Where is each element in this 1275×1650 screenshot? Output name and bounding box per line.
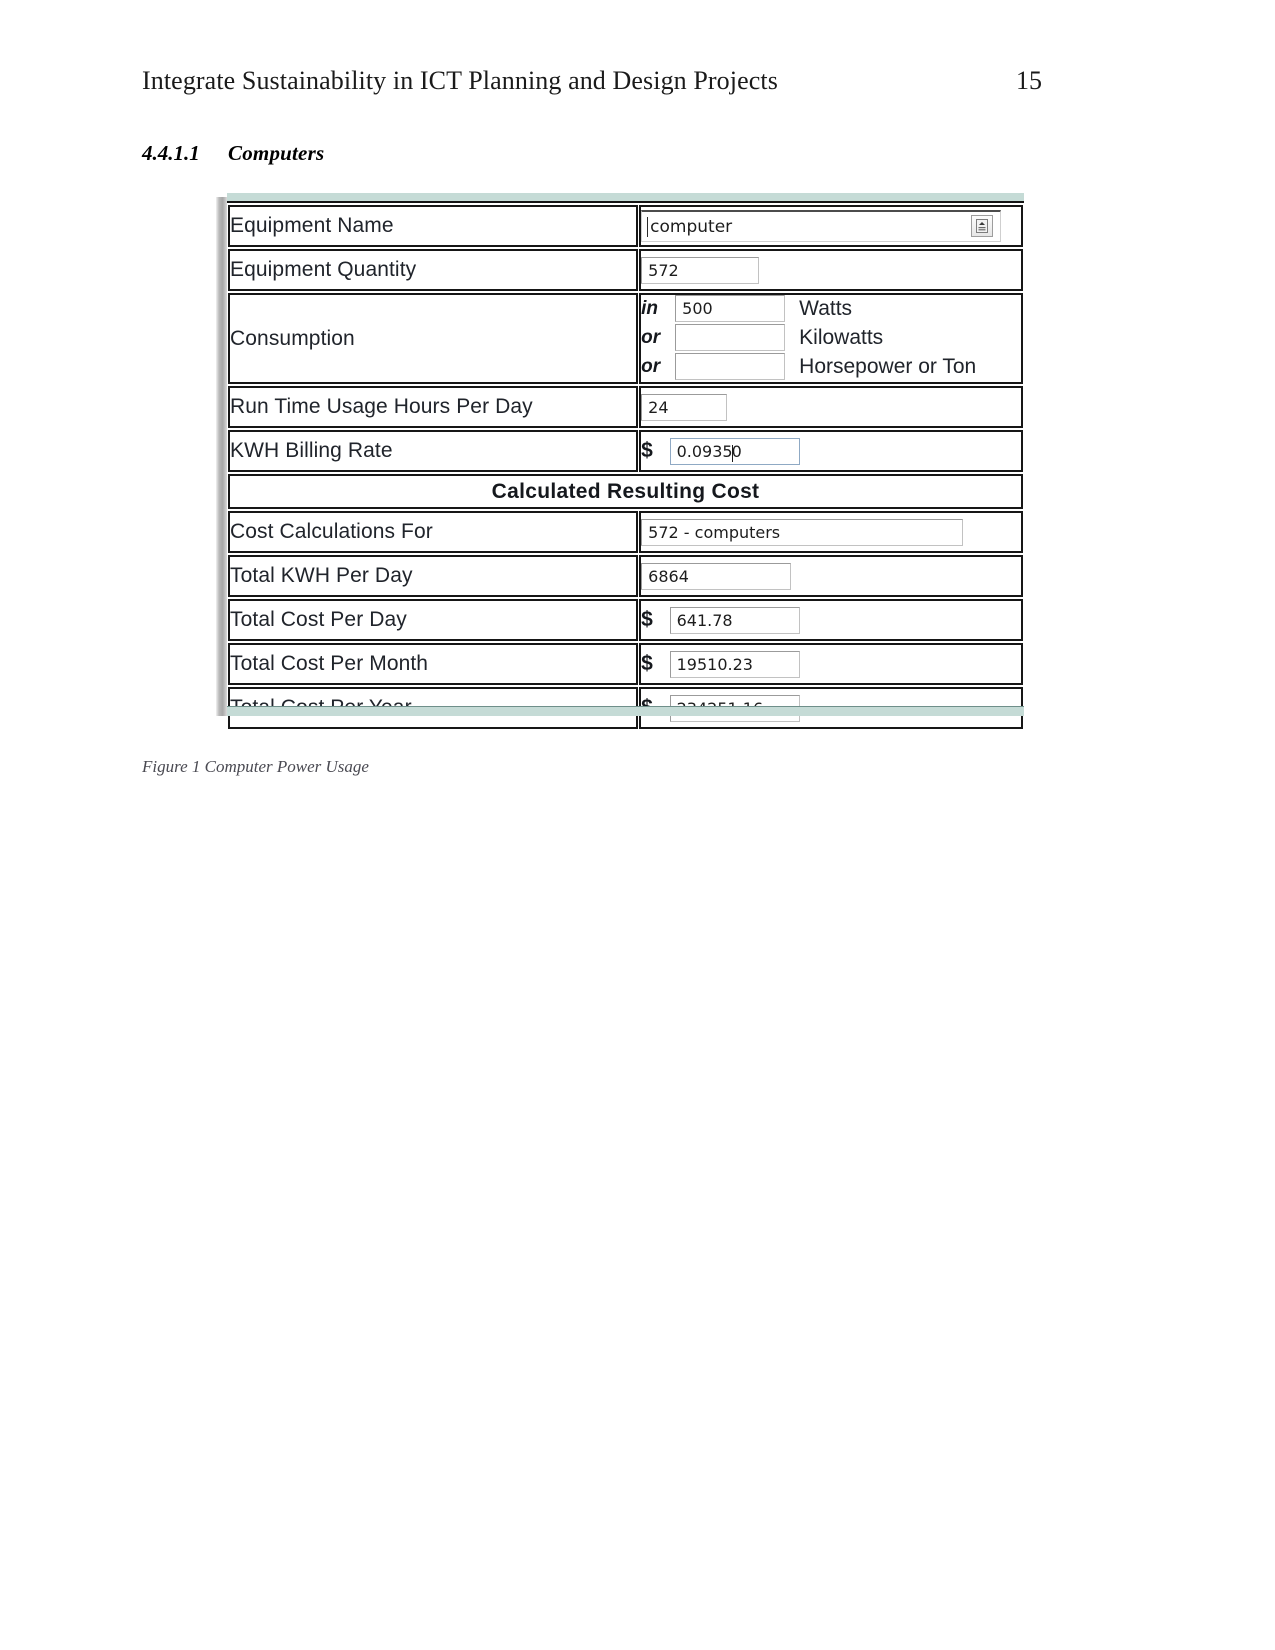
table-row: KWH Billing Rate $ 0.09350 (228, 430, 1023, 472)
consumption-unit-row-horsepower: or Horsepower or Ton (641, 353, 1021, 380)
row-value-total-cost-per-month: $ 19510.23 (639, 643, 1023, 685)
unit-label-watts: Watts (799, 296, 853, 320)
text-caret (731, 444, 733, 462)
consumption-kilowatts-input[interactable] (675, 324, 786, 351)
row-label-total-cost-per-day: Total Cost Per Day (228, 599, 639, 641)
table-row: Total Cost Per Month $ 19510.23 (228, 643, 1023, 685)
total-cost-per-day-output: 641.78 (669, 606, 800, 634)
power-usage-form: Equipment Name computer Equipment Quanti… (227, 193, 1024, 729)
consumption-watts-input[interactable]: 500 (675, 295, 786, 322)
picker-glyph-icon (976, 219, 989, 233)
unit-label-horsepower-or-ton: Horsepower or Ton (799, 354, 977, 378)
table-row: Run Time Usage Hours Per Day 24 (228, 386, 1023, 428)
consumption-horsepower-input[interactable] (675, 353, 786, 380)
equipment-name-input[interactable]: computer (641, 210, 1002, 242)
row-value-equipment-quantity: 572 (639, 249, 1023, 291)
table-row: Equipment Name computer (228, 205, 1023, 247)
row-label-equipment-quantity: Equipment Quantity (228, 249, 639, 291)
cost-calculations-for-output: 572 - computers (641, 518, 964, 546)
table-row: Total Cost Per Day $ 641.78 (228, 599, 1023, 641)
running-head-title: Integrate Sustainability in ICT Planning… (142, 66, 778, 95)
equipment-name-value: computer (650, 217, 733, 237)
consumption-unit-row-kilowatts: or Kilowatts (641, 324, 1021, 351)
form-top-strip (227, 193, 1024, 203)
row-value-kwh-billing-rate: $ 0.09350 (639, 430, 1023, 472)
row-label-total-kwh-per-day: Total KWH Per Day (228, 555, 639, 597)
row-value-total-kwh-per-day: 6864 (639, 555, 1023, 597)
figure-caption: Figure 1 Computer Power Usage (142, 757, 369, 776)
picker-button-icon[interactable] (971, 215, 994, 237)
total-cost-per-month-output: 19510.23 (669, 650, 800, 678)
currency-symbol-billing-rate: $ (641, 439, 653, 462)
row-value-total-cost-per-day: $ 641.78 (639, 599, 1023, 641)
section-title: Computers (228, 141, 325, 165)
currency-symbol-cost-per-day: $ (641, 608, 653, 631)
table-row: Calculated Resulting Cost (228, 474, 1023, 509)
kwh-billing-rate-input[interactable]: 0.09350 (669, 437, 800, 465)
form-bottom-strip (227, 706, 1024, 716)
table-row: Cost Calculations For 572 - computers (228, 511, 1023, 553)
currency-symbol-cost-per-month: $ (641, 652, 653, 675)
figure-computer-power-usage: Equipment Name computer Equipment Quanti… (216, 193, 1024, 729)
unit-prefix-or-1: or (641, 326, 661, 348)
figure-left-gutter (216, 197, 227, 716)
unit-label-kilowatts: Kilowatts (799, 325, 884, 349)
power-usage-table: Equipment Name computer Equipment Quanti… (227, 203, 1024, 731)
table-row: Consumption in 500 Watts or Kilowatts or (228, 293, 1023, 384)
unit-prefix-or-2: or (641, 355, 661, 377)
total-kwh-per-day-output: 6864 (641, 562, 792, 590)
row-label-consumption: Consumption (228, 293, 639, 384)
section-number: 4.4.1.1 (142, 141, 200, 165)
table-row: Equipment Quantity 572 (228, 249, 1023, 291)
row-label-cost-calculations-for: Cost Calculations For (228, 511, 639, 553)
kwh-rate-value-before-caret: 0.0935 (676, 441, 733, 461)
row-value-cost-calculations-for: 572 - computers (639, 511, 1023, 553)
row-value-run-time-hours: 24 (639, 386, 1023, 428)
row-value-consumption: in 500 Watts or Kilowatts or Horsepower … (639, 293, 1023, 384)
page-header: Integrate Sustainability in ICT Planning… (142, 66, 1042, 96)
run-time-hours-input[interactable]: 24 (641, 393, 728, 421)
row-value-equipment-name: computer (639, 205, 1023, 247)
text-caret (647, 217, 649, 237)
kwh-rate-value-after-caret: 0 (731, 441, 742, 461)
unit-prefix-in: in (641, 297, 659, 319)
row-label-run-time-hours: Run Time Usage Hours Per Day (228, 386, 639, 428)
section-heading: 4.4.1.1 Computers (142, 141, 324, 166)
equipment-quantity-input[interactable]: 572 (641, 256, 760, 284)
table-row: Total KWH Per Day 6864 (228, 555, 1023, 597)
page-number: 15 (1016, 66, 1042, 95)
row-label-equipment-name: Equipment Name (228, 205, 639, 247)
consumption-unit-row-watts: in 500 Watts (641, 295, 1021, 322)
calculated-resulting-cost-banner: Calculated Resulting Cost (228, 474, 1023, 509)
row-label-kwh-billing-rate: KWH Billing Rate (228, 430, 639, 472)
row-label-total-cost-per-month: Total Cost Per Month (228, 643, 639, 685)
